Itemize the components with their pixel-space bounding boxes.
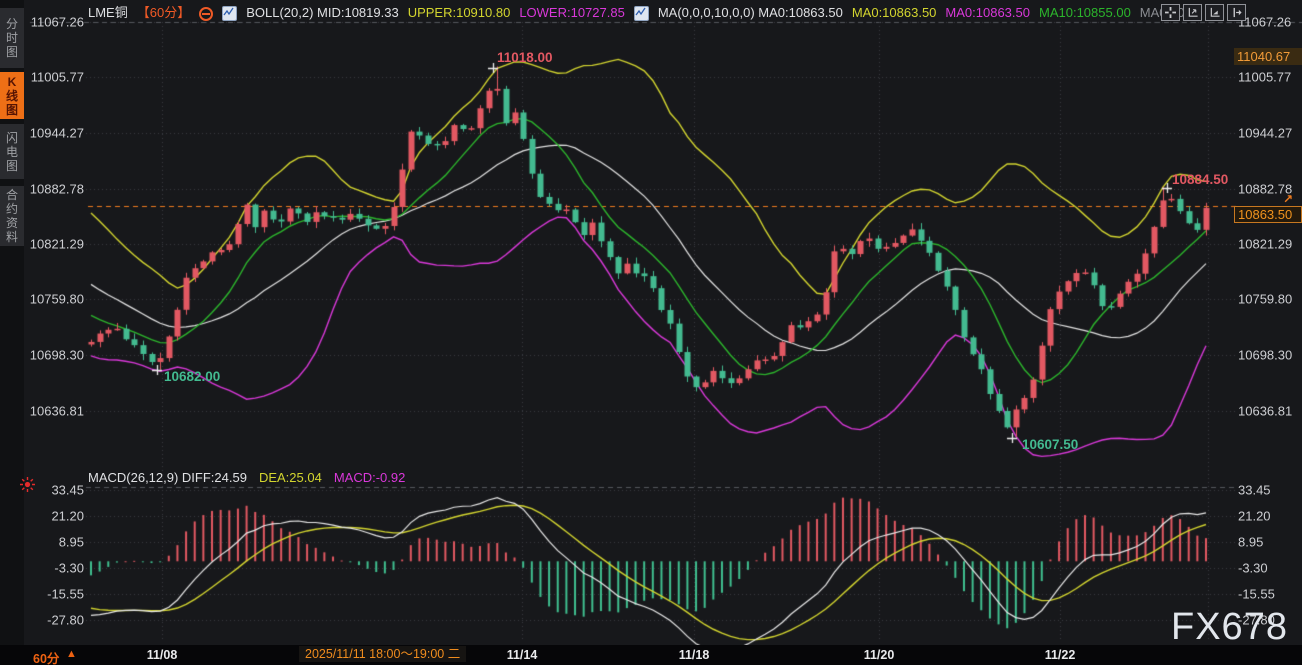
chart-toolbar <box>1161 4 1246 21</box>
price-axis-label: 10882.78 <box>30 181 84 196</box>
ma-label: MA(0,0,0,10,0,0) MA0:10863.50 <box>658 4 843 21</box>
macd-axis-label: 33.45 <box>1238 483 1271 498</box>
sidebar-tab-3[interactable]: 合约资料 <box>0 186 24 246</box>
macd-axis-label: -27.80 <box>47 613 84 628</box>
macd-axis-label: 21.20 <box>1238 509 1271 524</box>
price-axis-label: 10636.81 <box>30 403 84 418</box>
macd-axis-label: 21.20 <box>51 509 84 524</box>
macd-header: MACD(26,12,9) DIFF:24.59 DEA:25.04 MACD:-0… <box>88 470 405 486</box>
pan-right-button[interactable] <box>1227 4 1246 21</box>
market-status-icon <box>199 7 213 21</box>
period-label[interactable]: 60分 <box>33 648 59 665</box>
price-axis-label: 10698.30 <box>1238 348 1292 363</box>
macd-settings-icon[interactable] <box>20 477 35 492</box>
chart-canvas[interactable] <box>0 0 1302 665</box>
trading-chart-window: 分时图 K线图闪电图合约资料 LME铜【60分】 BOLL(20,2) MID:10… <box>0 0 1302 665</box>
date-axis-label: 11/22 <box>1045 648 1076 662</box>
macd-dea-label: DEA:25.04 <box>259 470 322 486</box>
price-up-arrow-icon: ↗ <box>1283 192 1293 206</box>
price-axis-label: 11005.77 <box>1238 70 1291 85</box>
price-annotation: 10682.00 <box>164 369 220 384</box>
date-axis-label: 11/14 <box>507 648 538 662</box>
price-axis-label: 10821.29 <box>1238 236 1292 251</box>
date-axis-label: 11/18 <box>679 648 710 662</box>
indicator-icon[interactable] <box>634 6 649 21</box>
price-axis-label: 10636.81 <box>1238 403 1292 418</box>
status-bar <box>0 645 1302 665</box>
session-high-tag: 11040.67 <box>1234 48 1302 65</box>
date-axis-label: 11/08 <box>147 648 178 662</box>
period-up-arrow-icon[interactable]: ▲ <box>66 648 77 660</box>
period-label: 【60分】 <box>137 4 190 21</box>
macd-axis-label: -3.30 <box>54 561 84 576</box>
date-axis-label: 11/20 <box>864 648 895 662</box>
indicator-icon[interactable] <box>222 6 237 21</box>
macd-label: MACD(26,12,9) DIFF:24.59 <box>88 470 247 486</box>
macd-axis-label: -15.55 <box>1238 587 1275 602</box>
current-price-tag: 10863.50 <box>1234 206 1302 223</box>
crosshair-button[interactable] <box>1161 4 1180 21</box>
crosshair-time-label: 2025/11/11 18:00～19:00 二 <box>299 646 466 662</box>
axis-scale-button[interactable] <box>1205 4 1224 21</box>
price-axis-label: 10944.27 <box>1238 126 1292 141</box>
sidebar-tab-2[interactable]: 闪电图 <box>0 124 24 179</box>
ma0-yellow-label: MA0:10863.50 <box>852 4 937 21</box>
symbol-label: LME铜 <box>88 4 128 21</box>
price-axis-label: 10759.80 <box>1238 292 1292 307</box>
macd-axis-label: -3.30 <box>1238 561 1268 576</box>
axis-zoom-button[interactable] <box>1183 4 1202 21</box>
sidebar-tab-1[interactable]: K线图 <box>0 72 24 119</box>
ma10-green-label: MA10:10855.00 <box>1039 4 1131 21</box>
price-axis-label: 11067.26 <box>31 15 84 30</box>
macd-value-label: MACD:-0.92 <box>334 470 406 486</box>
macd-axis-label: 8.95 <box>59 535 84 550</box>
macd-axis-label: -15.55 <box>47 587 84 602</box>
price-axis-label: 10944.27 <box>30 126 84 141</box>
boll-upper-label: UPPER:10910.80 <box>408 4 511 21</box>
boll-label: BOLL(20,2) MID:10819.33 <box>246 4 398 21</box>
macd-axis-label: 8.95 <box>1238 535 1263 550</box>
sidebar-tab-0[interactable]: 分时图 <box>0 8 24 68</box>
price-axis-label: 10698.30 <box>30 348 84 363</box>
price-annotation: 10607.50 <box>1022 437 1078 452</box>
boll-lower-label: LOWER:10727.85 <box>519 4 625 21</box>
price-axis-label: 10759.80 <box>30 292 84 307</box>
ma0-magenta-label: MA0:10863.50 <box>945 4 1030 21</box>
price-axis-label: 10821.29 <box>30 236 84 251</box>
macd-axis-label: 33.45 <box>51 483 84 498</box>
price-annotation: 11018.00 <box>497 50 553 65</box>
indicator-header: LME铜【60分】 BOLL(20,2) MID:10819.33 UPPER:10… <box>88 4 1192 21</box>
price-axis-label: 11005.77 <box>31 70 84 85</box>
watermark: FX678 <box>1171 606 1288 649</box>
price-annotation: 10884.50 <box>1172 172 1228 187</box>
sidebar: 分时图 K线图闪电图合约资料 <box>0 0 24 645</box>
